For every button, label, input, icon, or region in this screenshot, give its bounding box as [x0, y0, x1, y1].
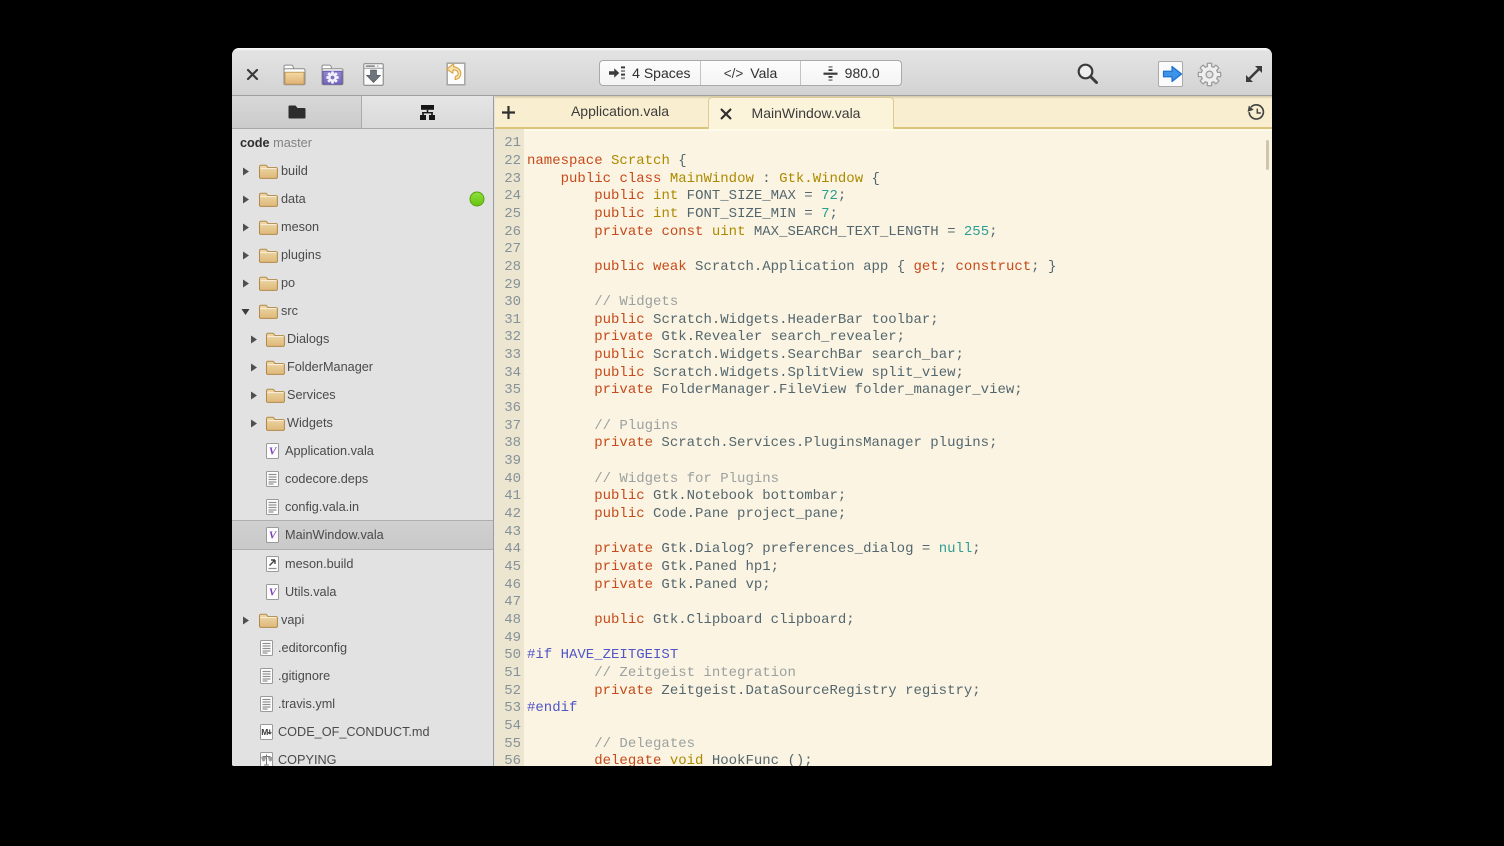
svg-text:M: M [261, 727, 268, 737]
